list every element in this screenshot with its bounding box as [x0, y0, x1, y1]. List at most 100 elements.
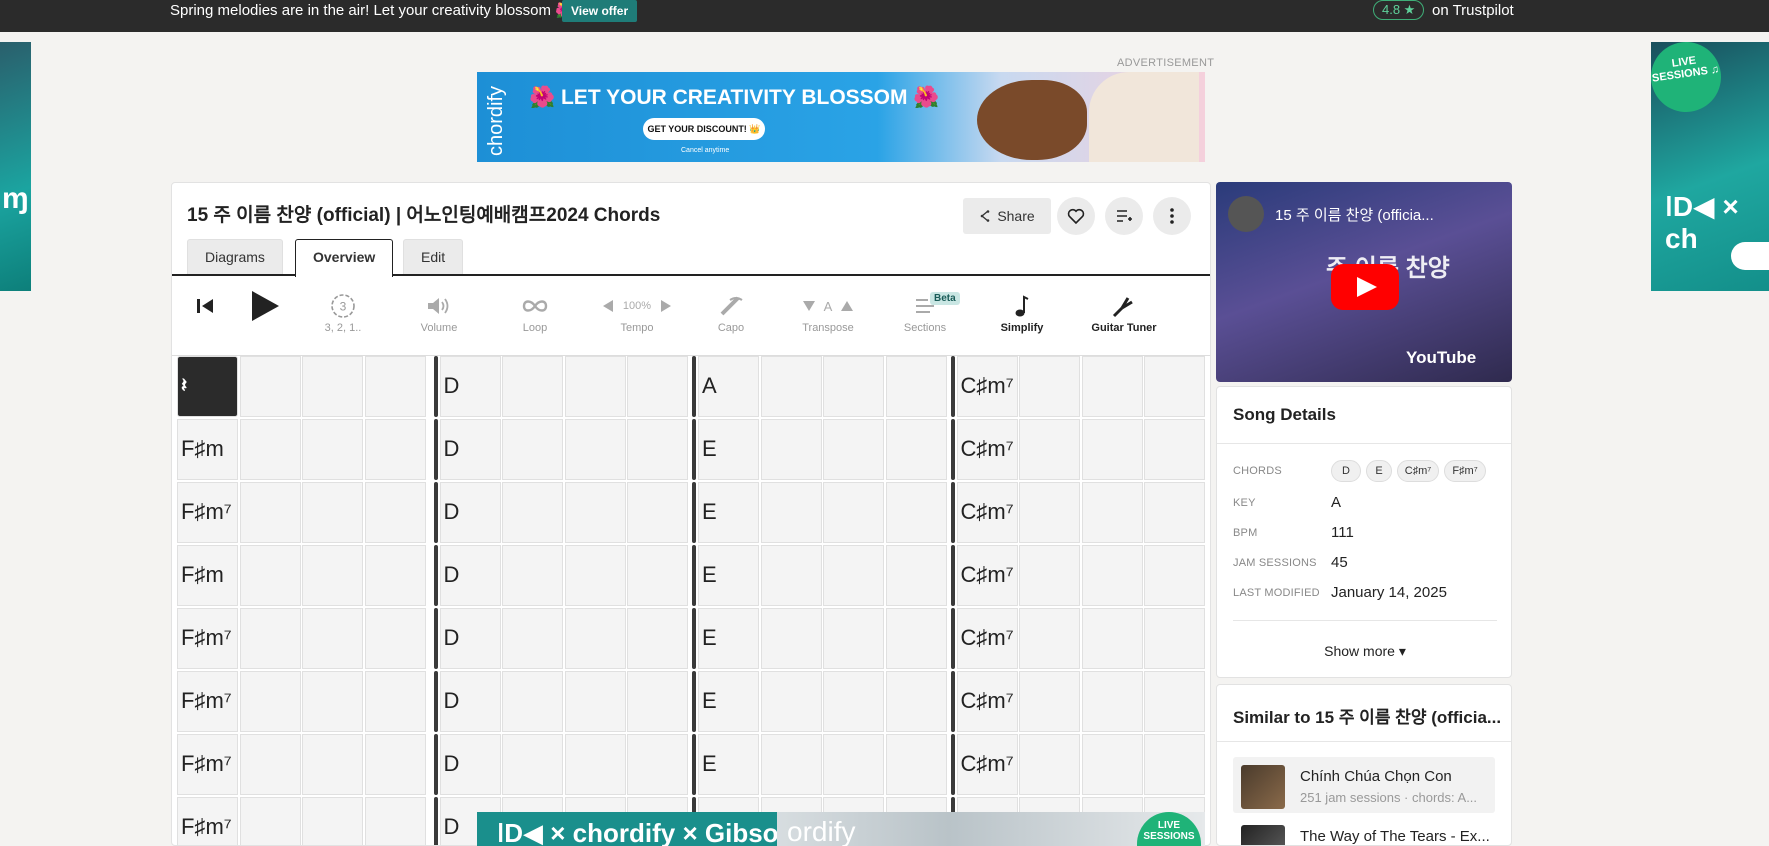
beat-cell[interactable] [364, 734, 426, 795]
beat-cell[interactable] [239, 482, 301, 543]
beat-cell[interactable] [564, 482, 626, 543]
beat-cell[interactable] [502, 545, 563, 606]
youtube-play-button[interactable] [1331, 264, 1399, 310]
beat-cell[interactable] [1019, 671, 1080, 732]
beat-cell[interactable] [564, 608, 626, 669]
sections-button[interactable]: Beta Sections [880, 276, 970, 356]
beat-cell[interactable]: E [698, 419, 759, 480]
beat-cell[interactable] [1144, 545, 1205, 606]
trustpilot-rating[interactable]: 4.8 ★ [1373, 0, 1425, 20]
beat-cell[interactable]: E [698, 482, 759, 543]
beat-cell[interactable] [627, 419, 688, 480]
beat-cell[interactable]: E [698, 545, 759, 606]
beat-cell[interactable]: E [698, 671, 759, 732]
beat-cell[interactable] [302, 419, 363, 480]
beat-cell[interactable]: E [698, 608, 759, 669]
beat-cell[interactable] [239, 608, 301, 669]
beat-cell[interactable]: D [439, 608, 501, 669]
beat-cell[interactable]: F♯m [177, 419, 238, 480]
beat-cell[interactable] [760, 482, 822, 543]
beat-cell[interactable] [364, 545, 426, 606]
similar-song-item[interactable]: The Way of The Tears - Ex... [1233, 817, 1495, 845]
beat-cell[interactable] [760, 419, 822, 480]
trustpilot-label[interactable]: on Trustpilot [1432, 2, 1514, 19]
beat-cell[interactable] [364, 482, 426, 543]
beat-cell[interactable]: C♯m⁷ [956, 419, 1018, 480]
beat-cell[interactable]: F♯m⁷ [177, 671, 238, 732]
show-more-button[interactable]: Show more ▾ [1217, 643, 1511, 660]
banner-cta-button[interactable]: GET YOUR DISCOUNT! 👑 [643, 118, 765, 140]
capo-button[interactable]: Capo [686, 276, 776, 356]
beat-cell[interactable] [760, 734, 822, 795]
beat-cell[interactable] [302, 608, 363, 669]
beat-cell[interactable] [564, 419, 626, 480]
beat-cell[interactable] [885, 356, 947, 417]
beat-cell[interactable] [239, 671, 301, 732]
beat-cell[interactable] [627, 671, 688, 732]
beat-cell[interactable] [1144, 608, 1205, 669]
beat-cell[interactable]: C♯m⁷ [956, 608, 1018, 669]
chord-chip[interactable]: C♯m⁷ [1397, 460, 1439, 482]
beat-cell[interactable] [239, 419, 301, 480]
beat-cell[interactable] [364, 671, 426, 732]
beat-cell[interactable] [823, 356, 884, 417]
beat-cell[interactable] [502, 671, 563, 732]
beat-cell[interactable] [502, 419, 563, 480]
beat-cell[interactable]: C♯m⁷ [956, 734, 1018, 795]
beat-cell[interactable]: F♯m [177, 545, 238, 606]
side-ad-right[interactable]: LIVE SESSIONS ♫ ǀD◀ × ch [1651, 42, 1769, 291]
youtube-logo[interactable]: YouTube [1406, 348, 1476, 368]
beat-cell[interactable] [885, 419, 947, 480]
beat-cell[interactable]: 𝄽 [177, 356, 238, 417]
play-button[interactable] [220, 276, 310, 356]
video-player[interactable]: 15 주 이름 찬양 (officia... 주 이름 찬양 YouTube [1216, 182, 1512, 382]
similar-song-item[interactable]: Chính Chúa Chọn Con 251 jam sessions · c… [1233, 757, 1495, 813]
beat-cell[interactable] [760, 608, 822, 669]
beat-cell[interactable] [885, 608, 947, 669]
beat-cell[interactable]: A [698, 356, 759, 417]
beat-cell[interactable] [627, 734, 688, 795]
simplify-button[interactable]: Simplify [977, 276, 1067, 356]
favorite-button[interactable] [1057, 197, 1095, 235]
beat-cell[interactable]: F♯m⁷ [177, 482, 238, 543]
beat-cell[interactable] [239, 797, 301, 845]
video-title[interactable]: 15 주 이름 찬양 (officia... [1275, 204, 1434, 225]
beat-cell[interactable] [627, 608, 688, 669]
beat-cell[interactable] [1081, 482, 1143, 543]
beat-cell[interactable] [1081, 608, 1143, 669]
transpose-down-icon[interactable] [802, 300, 816, 312]
beat-cell[interactable]: C♯m⁷ [956, 671, 1018, 732]
beat-cell[interactable] [1081, 671, 1143, 732]
beat-cell[interactable] [1019, 545, 1080, 606]
beat-cell[interactable] [1144, 734, 1205, 795]
beat-cell[interactable] [1081, 419, 1143, 480]
beat-cell[interactable] [823, 608, 884, 669]
add-to-playlist-button[interactable] [1105, 197, 1143, 235]
beat-cell[interactable] [760, 356, 822, 417]
beat-cell[interactable] [302, 734, 363, 795]
beat-cell[interactable] [502, 734, 563, 795]
beat-cell[interactable]: D [439, 671, 501, 732]
beat-cell[interactable] [1019, 734, 1080, 795]
beat-cell[interactable]: D [439, 734, 501, 795]
beat-cell[interactable] [364, 608, 426, 669]
beat-cell[interactable] [239, 734, 301, 795]
tab-diagrams[interactable]: Diagrams [187, 239, 283, 274]
guitar-tuner-button[interactable]: Guitar Tuner [1074, 276, 1174, 356]
beat-cell[interactable]: C♯m⁷ [956, 356, 1018, 417]
beat-cell[interactable] [1019, 608, 1080, 669]
beat-cell[interactable] [239, 356, 301, 417]
beat-cell[interactable] [823, 734, 884, 795]
tempo-increase-icon[interactable] [659, 299, 673, 313]
beat-cell[interactable] [502, 608, 563, 669]
bottom-banner-ad[interactable]: ǀD◀ × chordify × Gibson ordify LIVE SESS… [477, 812, 1205, 846]
beat-cell[interactable]: D [439, 545, 501, 606]
beat-cell[interactable] [1019, 356, 1080, 417]
beat-cell[interactable] [302, 356, 363, 417]
beat-cell[interactable] [885, 734, 947, 795]
chord-chip[interactable]: F♯m⁷ [1444, 460, 1486, 482]
channel-avatar[interactable] [1228, 196, 1264, 232]
beat-cell[interactable] [302, 482, 363, 543]
beat-cell[interactable] [627, 482, 688, 543]
beat-cell[interactable] [885, 671, 947, 732]
